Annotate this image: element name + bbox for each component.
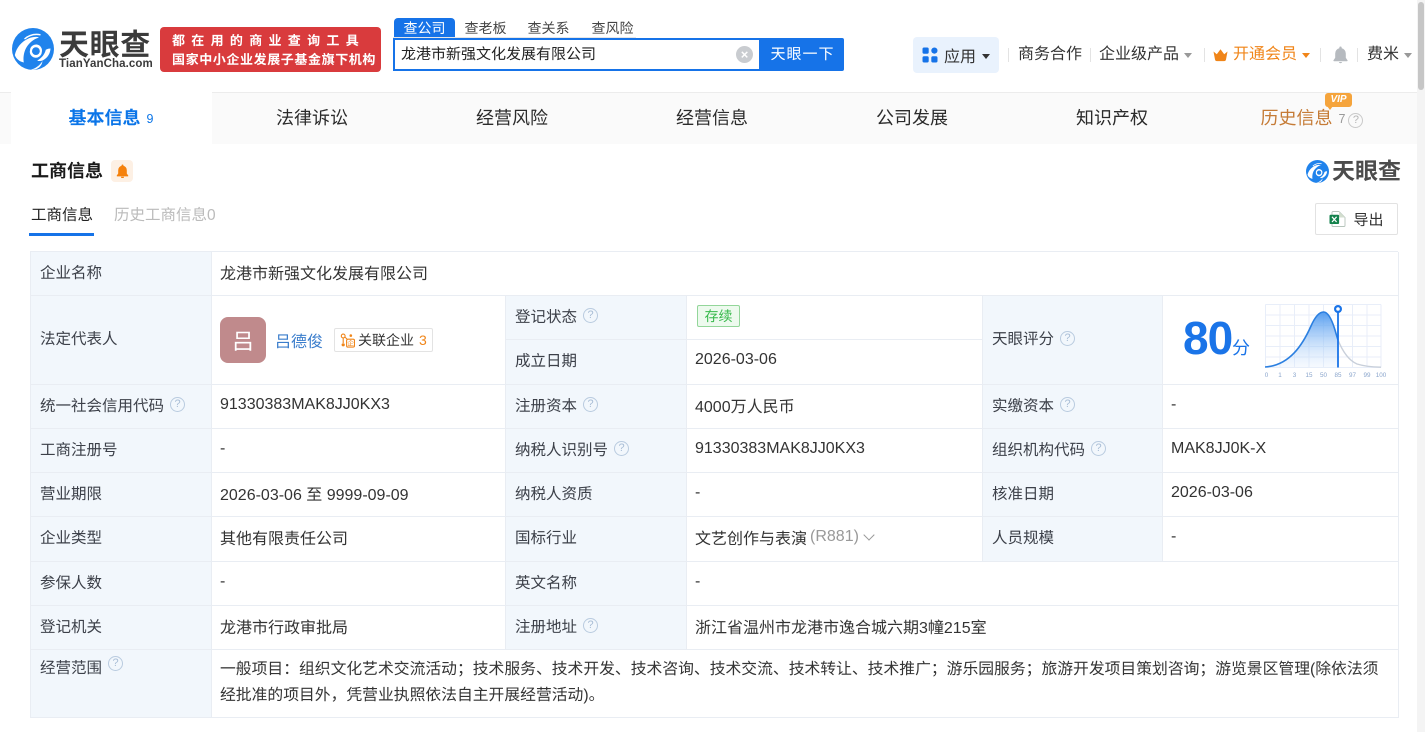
svg-text:0: 0 bbox=[1265, 372, 1269, 379]
svg-text:100: 100 bbox=[1376, 372, 1387, 379]
svg-text:15: 15 bbox=[1305, 372, 1313, 379]
svg-text:97: 97 bbox=[1349, 372, 1357, 379]
svg-text:企: 企 bbox=[347, 337, 354, 347]
svg-text:3: 3 bbox=[1293, 372, 1297, 379]
svg-text:85: 85 bbox=[1335, 372, 1343, 379]
svg-text:50: 50 bbox=[1320, 372, 1328, 379]
svg-text:99: 99 bbox=[1363, 372, 1371, 379]
svg-text:1: 1 bbox=[1278, 372, 1282, 379]
